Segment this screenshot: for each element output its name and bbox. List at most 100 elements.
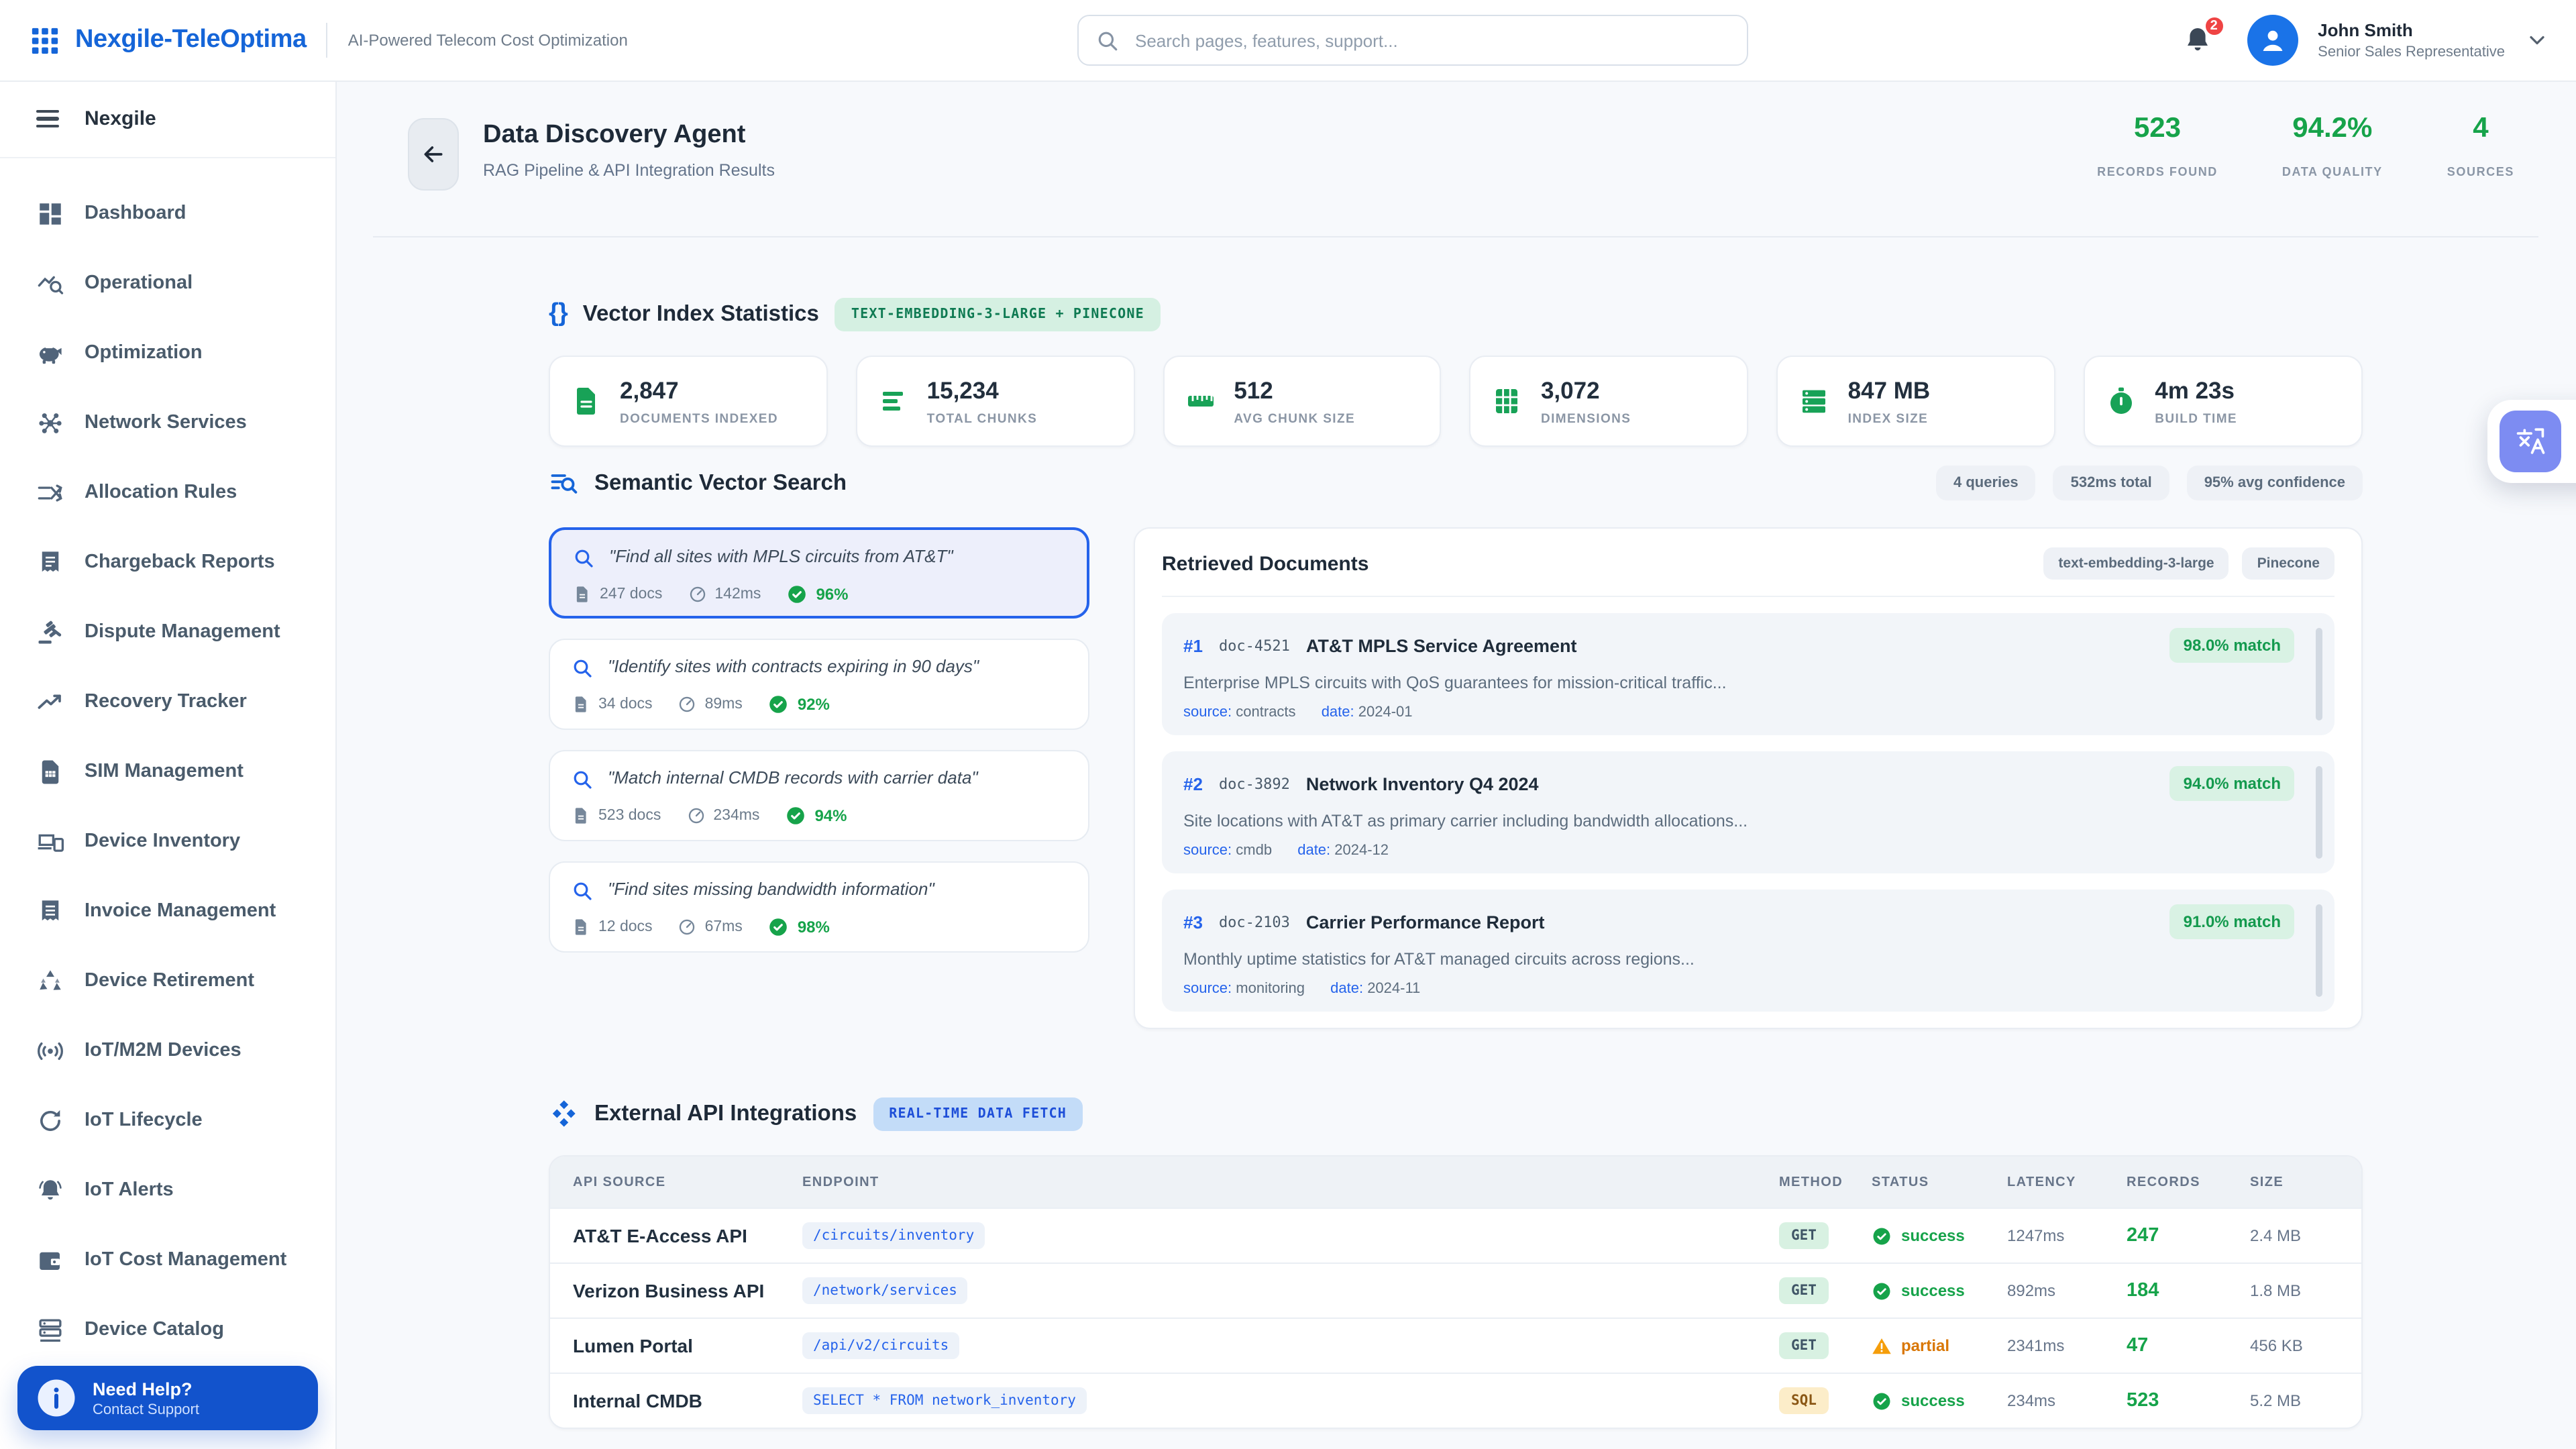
realtime-fetch-badge: REAL-TIME DATA FETCH xyxy=(873,1097,1083,1130)
status-success: success xyxy=(1872,1391,2007,1411)
piggy-bank-icon xyxy=(36,339,64,367)
api-source-name: Verizon Business API xyxy=(573,1280,765,1301)
method-badge: GET xyxy=(1779,1277,1829,1304)
avatar[interactable] xyxy=(2247,15,2298,66)
sidebar-item-dispute-management[interactable]: Dispute Management xyxy=(0,597,335,667)
document-result-3[interactable]: #3 doc-2103 Carrier Performance Report 9… xyxy=(1162,890,2334,1012)
sidebar-item-label: Allocation Rules xyxy=(85,482,237,503)
sidebar-item-iot-alerts[interactable]: IoT Alerts xyxy=(0,1155,335,1225)
method-badge: GET xyxy=(1779,1222,1829,1249)
stat-card-value: 15,234 xyxy=(926,376,999,403)
doc-snippet: Enterprise MPLS circuits with QoS guaran… xyxy=(1183,674,1727,692)
warning-triangle-icon xyxy=(1872,1336,1892,1356)
source-value: monitoring xyxy=(1236,981,1305,997)
queries-chip: 4 queries xyxy=(1936,466,2036,500)
search-icon xyxy=(572,880,593,902)
user-info[interactable]: John Smith Senior Sales Representative xyxy=(2318,21,2505,60)
scrollbar-thumb[interactable] xyxy=(2316,628,2322,720)
stat-card-value: 3,072 xyxy=(1540,376,1600,403)
notifications-button[interactable]: 2 xyxy=(2181,15,2226,56)
col-api-source: API SOURCE xyxy=(573,1175,666,1189)
status-partial: partial xyxy=(1872,1336,2007,1356)
doc-snippet: Site locations with AT&T as primary carr… xyxy=(1183,812,1748,830)
document-result-1[interactable]: #1 doc-4521 AT&T MPLS Service Agreement … xyxy=(1162,613,2334,735)
query-card-4[interactable]: "Find sites missing bandwidth informatio… xyxy=(549,861,1089,953)
query-text: "Identify sites with contracts expiring … xyxy=(608,656,979,676)
stat-label: SOURCES xyxy=(2447,165,2514,178)
search-input[interactable] xyxy=(1132,29,1729,52)
table-row: Internal CMDB SELECT * FROM network_inve… xyxy=(550,1373,2361,1428)
sidebar-item-label: Operational xyxy=(85,272,193,294)
sidebar-item-label: Dashboard xyxy=(85,203,186,224)
scrollbar-thumb[interactable] xyxy=(2316,766,2322,859)
table-row: Verizon Business API /network/services G… xyxy=(550,1263,2361,1318)
back-button[interactable] xyxy=(408,118,459,191)
doc-icon xyxy=(572,918,590,936)
doc-snippet: Monthly uptime statistics for AT&T manag… xyxy=(1183,950,1695,969)
stat-card-dimensions: 3,072 DIMENSIONS xyxy=(1469,356,1749,447)
sidebar-item-iot-cost-management[interactable]: IoT Cost Management xyxy=(0,1225,335,1295)
records-value: 247 xyxy=(2127,1225,2159,1246)
search-icon xyxy=(573,547,594,569)
sidebar-item-operational[interactable]: Operational xyxy=(0,248,335,318)
embedding-chip: text-embedding-3-large xyxy=(2043,547,2229,580)
catalog-icon xyxy=(36,1316,64,1344)
status-success: success xyxy=(1872,1226,2007,1246)
sidebar-header: Nexgile xyxy=(0,80,335,158)
signal-icon xyxy=(36,1036,64,1065)
doc-meta: source: contracts date: 2024-01 xyxy=(1183,704,2294,720)
search-icon xyxy=(572,769,593,790)
sidebar-item-iot-m2m-devices[interactable]: IoT/M2M Devices xyxy=(0,1016,335,1085)
panel-chips: text-embedding-3-large Pinecone xyxy=(2043,547,2334,580)
contact-support-button[interactable]: Need Help? Contact Support xyxy=(17,1366,318,1430)
global-search[interactable] xyxy=(1077,15,1748,66)
api-integrations-table: API SOURCE ENDPOINT METHOD STATUS LATENC… xyxy=(549,1155,2363,1429)
check-circle-icon xyxy=(1872,1391,1892,1411)
query-card-1[interactable]: "Find all sites with MPLS circuits from … xyxy=(549,527,1089,619)
query-text: "Find all sites with MPLS circuits from … xyxy=(609,546,953,566)
stat-card-documents-indexed: 2,847 DOCUMENTS INDEXED xyxy=(549,356,828,447)
sidebar-item-recovery-tracker[interactable]: Recovery Tracker xyxy=(0,667,335,737)
sidebar-item-network-services[interactable]: Network Services xyxy=(0,388,335,458)
doc-title: Carrier Performance Report xyxy=(1305,912,1545,932)
col-records: RECORDS xyxy=(2127,1175,2200,1189)
query-confidence: 92% xyxy=(768,694,830,715)
records-value: 523 xyxy=(2127,1390,2159,1411)
translate-widget[interactable] xyxy=(2487,400,2576,483)
query-latency: 234ms xyxy=(686,806,759,825)
page-title: Data Discovery Agent xyxy=(483,121,746,149)
server-icon xyxy=(1799,385,1831,417)
document-result-2[interactable]: #2 doc-3892 Network Inventory Q4 2024 94… xyxy=(1162,751,2334,873)
sidebar-item-chargeback-reports[interactable]: Chargeback Reports xyxy=(0,527,335,597)
latency-value: 234ms xyxy=(2007,1391,2056,1410)
network-hub-icon xyxy=(36,409,64,437)
query-card-3[interactable]: "Match internal CMDB records with carrie… xyxy=(549,750,1089,841)
api-integrations-section-header: External API Integrations REAL-TIME DATA… xyxy=(549,1096,2363,1131)
menu-icon[interactable] xyxy=(36,109,59,128)
endpoint-code: /api/v2/circuits xyxy=(802,1332,960,1359)
sidebar-item-dashboard[interactable]: Dashboard xyxy=(0,178,335,248)
receipt-icon xyxy=(36,548,64,576)
sidebar-item-device-retirement[interactable]: Device Retirement xyxy=(0,946,335,1016)
stat-value: 4 xyxy=(2473,113,2489,144)
vector-index-cards: 2,847 DOCUMENTS INDEXED 15,234 TOTAL CHU… xyxy=(549,356,2363,447)
sidebar-item-device-inventory[interactable]: Device Inventory xyxy=(0,806,335,876)
sidebar-item-iot-lifecycle[interactable]: IoT Lifecycle xyxy=(0,1085,335,1155)
app-tagline: AI-Powered Telecom Cost Optimization xyxy=(347,31,628,50)
gauge-icon xyxy=(688,585,706,604)
gauge-icon xyxy=(678,695,697,714)
query-card-2[interactable]: "Identify sites with contracts expiring … xyxy=(549,639,1089,730)
sidebar-item-invoice-management[interactable]: Invoice Management xyxy=(0,876,335,946)
sidebar-item-label: IoT Lifecycle xyxy=(85,1110,203,1131)
sidebar-item-allocation-rules[interactable]: Allocation Rules xyxy=(0,458,335,527)
method-badge: SQL xyxy=(1779,1387,1829,1414)
chevron-down-icon[interactable] xyxy=(2525,28,2549,52)
user-area: 2 John Smith Senior Sales Representative xyxy=(2181,0,2549,80)
sidebar-item-optimization[interactable]: Optimization xyxy=(0,318,335,388)
sidebar-item-sim-management[interactable]: SIM Management xyxy=(0,737,335,806)
sidebar-item-device-catalog[interactable]: Device Catalog xyxy=(0,1295,335,1364)
doc-rank: #2 xyxy=(1183,773,1203,794)
scrollbar-thumb[interactable] xyxy=(2316,904,2322,997)
sidebar-item-label: IoT Alerts xyxy=(85,1179,174,1201)
braces-icon: { } xyxy=(549,299,568,327)
